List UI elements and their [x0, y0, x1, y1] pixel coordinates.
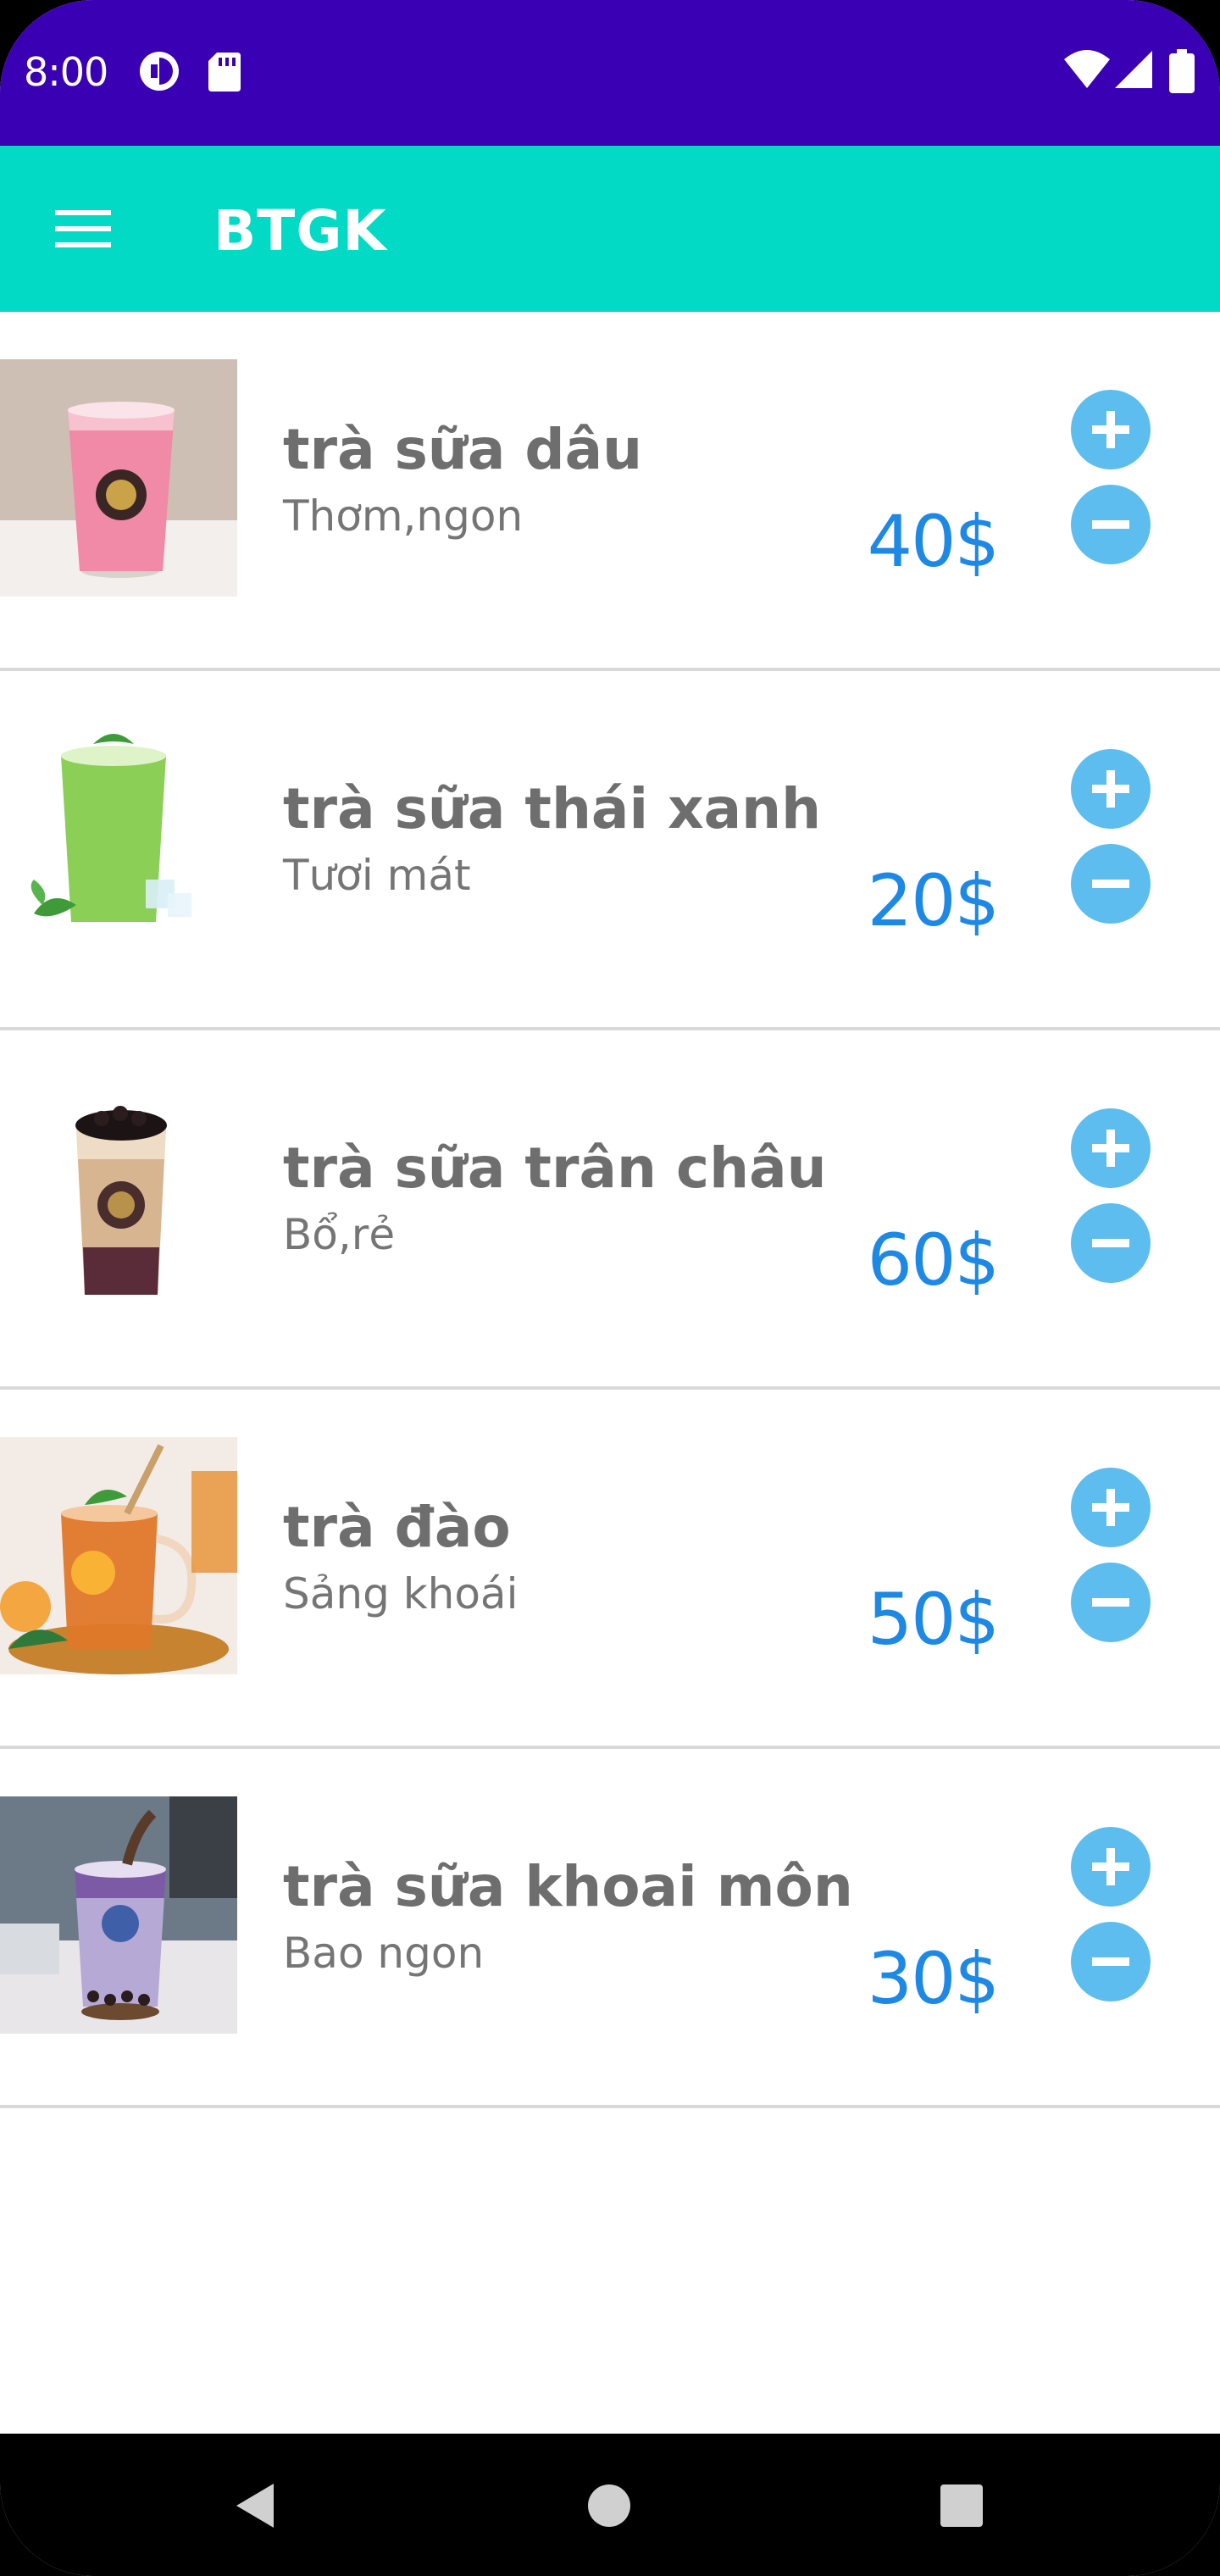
phone-screen: 8:00 BTGK trà sữa dâu Thơm,ngon 40$ trà … — [0, 0, 1220, 2576]
product-image-strawberry-milk-tea — [0, 359, 237, 597]
increase-quantity-button[interactable] — [1071, 1108, 1151, 1188]
increase-quantity-button[interactable] — [1071, 390, 1151, 469]
product-price: 60$ — [867, 1219, 1000, 1302]
plus-icon — [1092, 1130, 1129, 1167]
product-description: Tươi mát — [283, 851, 471, 900]
battery-icon — [1169, 49, 1195, 93]
minus-icon — [1092, 520, 1129, 529]
plus-icon — [1092, 1848, 1129, 1885]
product-description: Bổ,rẻ — [283, 1210, 396, 1259]
product-description: Bao ngon — [283, 1929, 485, 1978]
decrease-quantity-button[interactable] — [1071, 1922, 1151, 2001]
home-button[interactable] — [571, 2468, 647, 2544]
back-icon — [236, 2484, 274, 2528]
plus-icon — [1092, 411, 1129, 448]
sd-card-icon — [208, 53, 241, 92]
product-description: Thơm,ngon — [283, 491, 524, 541]
product-image-peach-tea — [0, 1437, 237, 1674]
decrease-quantity-button[interactable] — [1071, 485, 1151, 564]
product-name: trà sữa trân châu — [283, 1135, 827, 1201]
data-saver-icon — [140, 52, 179, 91]
increase-quantity-button[interactable] — [1071, 1468, 1151, 1547]
minus-icon — [1092, 880, 1129, 888]
increase-quantity-button[interactable] — [1071, 1827, 1151, 1907]
product-item[interactable]: trà sữa khoai môn Bao ngon 30$ — [0, 1749, 1220, 2108]
product-image-green-thai-milk-tea — [0, 719, 237, 956]
product-price: 40$ — [867, 500, 1000, 583]
app-bar: BTGK — [0, 146, 1220, 312]
decrease-quantity-button[interactable] — [1071, 1563, 1151, 1642]
recents-icon — [940, 2484, 983, 2527]
status-time: 8:00 — [24, 49, 108, 95]
product-name: trà sữa khoai môn — [283, 1854, 853, 1919]
status-bar: 8:00 — [0, 0, 1220, 146]
product-name: trà sữa dâu — [283, 417, 643, 482]
minus-icon — [1092, 1239, 1129, 1247]
decrease-quantity-button[interactable] — [1071, 844, 1151, 924]
home-icon — [588, 2484, 630, 2527]
recents-button[interactable] — [923, 2468, 1000, 2544]
product-description: Sảng khoái — [283, 1569, 518, 1618]
decrease-quantity-button[interactable] — [1071, 1203, 1151, 1283]
minus-icon — [1092, 1598, 1129, 1607]
minus-icon — [1092, 1957, 1129, 1966]
increase-quantity-button[interactable] — [1071, 749, 1151, 829]
menu-button[interactable] — [42, 188, 124, 269]
product-list: trà sữa dâu Thơm,ngon 40$ trà sữa thái x… — [0, 312, 1220, 2108]
menu-icon — [55, 210, 111, 247]
product-item[interactable]: trà sữa dâu Thơm,ngon 40$ — [0, 312, 1220, 671]
plus-icon — [1092, 770, 1129, 808]
back-button[interactable] — [217, 2468, 293, 2544]
product-item[interactable]: trà sữa thái xanh Tươi mát 20$ — [0, 671, 1220, 1030]
product-item[interactable]: trà đào Sảng khoái 50$ — [0, 1390, 1220, 1749]
product-name: trà đào — [283, 1495, 511, 1560]
app-title: BTGK — [214, 198, 387, 264]
product-image-pearl-milk-tea — [0, 1078, 237, 1315]
signal-icon — [1115, 51, 1152, 88]
wifi-icon — [1064, 50, 1110, 88]
navigation-bar — [0, 2434, 1220, 2576]
product-image-taro-milk-tea — [0, 1796, 237, 2034]
product-price: 30$ — [867, 1937, 1000, 2020]
product-name: trà sữa thái xanh — [283, 776, 822, 841]
plus-icon — [1092, 1489, 1129, 1526]
product-price: 50$ — [867, 1578, 1000, 1661]
product-price: 20$ — [867, 859, 1000, 942]
product-item[interactable]: trà sữa trân châu Bổ,rẻ 60$ — [0, 1030, 1220, 1390]
